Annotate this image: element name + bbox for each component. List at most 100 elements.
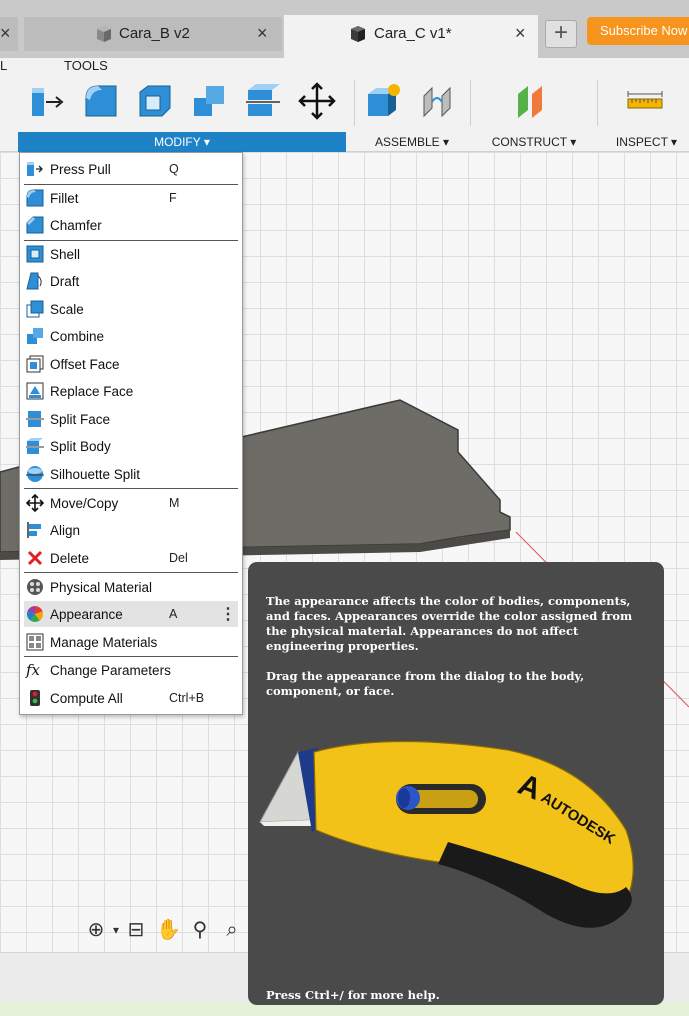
menu-item-label: Delete [50,550,90,566]
modify-dropdown-menu: Press Pull Q Fillet F Chamfer Shell Draf… [19,152,243,715]
fillet-icon [26,189,44,207]
toolbar-ribbon: L TOOLS MODIFY ▾ ASSEMBLE ▾ CONSTRUCT ▾ … [0,58,689,152]
shortcut-label: Ctrl+B [169,691,205,705]
ribbon-tab-tools[interactable]: TOOLS [64,58,108,73]
offset-face-icon [26,355,44,373]
menu-item-label: Press Pull [50,161,111,177]
shortcut-label: F [169,191,177,205]
tab-cara-b[interactable]: Cara_B v2 × [24,17,282,51]
scale-icon [26,300,44,318]
menu-item-split-face[interactable]: Split Face [24,406,238,432]
draft-icon [26,272,42,290]
split-body-icon[interactable] [244,82,282,120]
modify-menu-button[interactable]: MODIFY ▾ [18,132,346,152]
menu-item-label: Scale [50,301,84,317]
close-tab-icon[interactable]: × [515,23,526,44]
menu-item-label: Move/Copy [50,495,119,511]
look-at-icon[interactable]: ⊟ [124,918,148,942]
tooltip-help-hint: Press Ctrl+/ for more help. [266,988,440,1002]
pan-hand-icon[interactable]: ✋ [156,918,181,942]
menu-item-label: Combine [50,328,105,344]
menu-item-label: Compute All [50,690,123,706]
chamfer-icon [26,216,44,234]
new-tab-button[interactable]: + [545,20,577,48]
assemble-menu-button[interactable]: ASSEMBLE ▾ [362,132,462,152]
shortcut-label: Q [169,162,179,176]
measure-icon[interactable] [626,82,664,120]
new-component-icon[interactable] [364,82,402,120]
menu-item-silhouette-split[interactable]: Silhouette Split [24,461,238,487]
shell-icon[interactable] [136,82,174,120]
menu-item-compute-all[interactable]: Compute All Ctrl+B [24,685,238,711]
tooltip-description: The appearance affects the color of bodi… [266,594,633,653]
shell-icon [26,245,44,263]
component-icon [351,26,365,42]
press-pull-icon[interactable] [28,82,66,120]
subscribe-button[interactable]: Subscribe Now [587,17,689,45]
ribbon-tab-partial[interactable]: L [0,58,7,73]
menu-item-label: Split Body [50,438,111,454]
tab-cara-c-active[interactable]: Cara_C v1* × [284,15,538,58]
appearance-icon [26,606,44,623]
menu-item-appearance[interactable]: Appearance A ⋮ [24,601,238,627]
press-pull-icon [27,162,43,176]
document-tab-bar: × Cara_B v2 × Cara_C v1* × + Subscribe N… [0,0,689,58]
menu-item-delete[interactable]: Delete Del [24,545,238,571]
split-face-icon [26,411,44,427]
close-tab-icon[interactable]: × [257,23,268,44]
fx-icon: fx [26,661,41,679]
menu-item-label: Silhouette Split [50,466,141,482]
menu-item-physical-material[interactable]: Physical Material [24,574,238,600]
shortcut-label: M [169,496,180,510]
combine-icon[interactable] [190,82,228,120]
menu-item-move-copy[interactable]: Move/Copy M [24,490,238,516]
delete-icon [27,550,43,566]
menu-item-label: Align [50,522,81,538]
compute-all-icon [30,690,40,706]
tab-label: Cara_B v2 [119,25,190,42]
combine-icon [27,328,43,344]
ribbon-separator [597,80,598,126]
physical-material-icon [27,579,43,595]
more-options-icon[interactable]: ⋮ [220,604,236,624]
close-tab-icon[interactable]: × [0,23,11,44]
menu-item-label: Split Face [50,411,111,427]
joint-icon[interactable] [418,82,456,120]
appearance-tooltip: The appearance affects the color of bodi… [248,562,664,1005]
construct-menu-button[interactable]: CONSTRUCT ▾ [478,132,590,152]
menu-item-label: Shell [50,246,81,262]
menu-item-label: Manage Materials [50,634,158,650]
menu-item-label: Offset Face [50,356,120,372]
menu-item-label: Appearance [50,606,123,622]
menu-separator [24,488,238,489]
menu-item-align[interactable]: Align [24,517,238,543]
menu-item-press-pull[interactable]: Press Pull Q [24,156,238,182]
move-icon [26,494,44,512]
offset-plane-icon[interactable] [512,82,550,120]
menu-item-label: Draft [50,273,80,289]
menu-item-scale[interactable]: Scale [24,296,238,322]
fit-icon[interactable]: ⌕ [220,918,244,942]
fillet-icon[interactable] [82,82,120,120]
menu-item-combine[interactable]: Combine [24,323,238,349]
align-icon [27,522,41,538]
menu-item-change-parameters[interactable]: fx Change Parameters [24,657,238,683]
menu-item-label: Replace Face [50,383,134,399]
tab-partial-left[interactable]: × [0,17,18,51]
zoom-icon[interactable]: ⚲ [188,918,212,942]
menu-item-shell[interactable]: Shell [24,241,238,267]
menu-separator [24,572,238,573]
menu-item-split-body[interactable]: Split Body [24,433,238,459]
inspect-menu-button[interactable]: INSPECT ▾ [604,132,689,152]
move-icon[interactable] [298,82,336,120]
menu-item-replace-face[interactable]: Replace Face [24,378,238,404]
menu-item-fillet[interactable]: Fillet F [24,185,238,211]
menu-item-manage-materials[interactable]: Manage Materials [24,629,238,655]
menu-item-label: Fillet [50,190,79,206]
menu-item-draft[interactable]: Draft [24,268,238,294]
manage-materials-icon [26,633,44,651]
ribbon-separator [470,80,471,126]
navigation-toolbar: ⊕ ▾ ⊟ ✋ ⚲ ⌕ [84,918,249,944]
menu-item-chamfer[interactable]: Chamfer [24,212,238,238]
menu-item-offset-face[interactable]: Offset Face [24,351,238,377]
